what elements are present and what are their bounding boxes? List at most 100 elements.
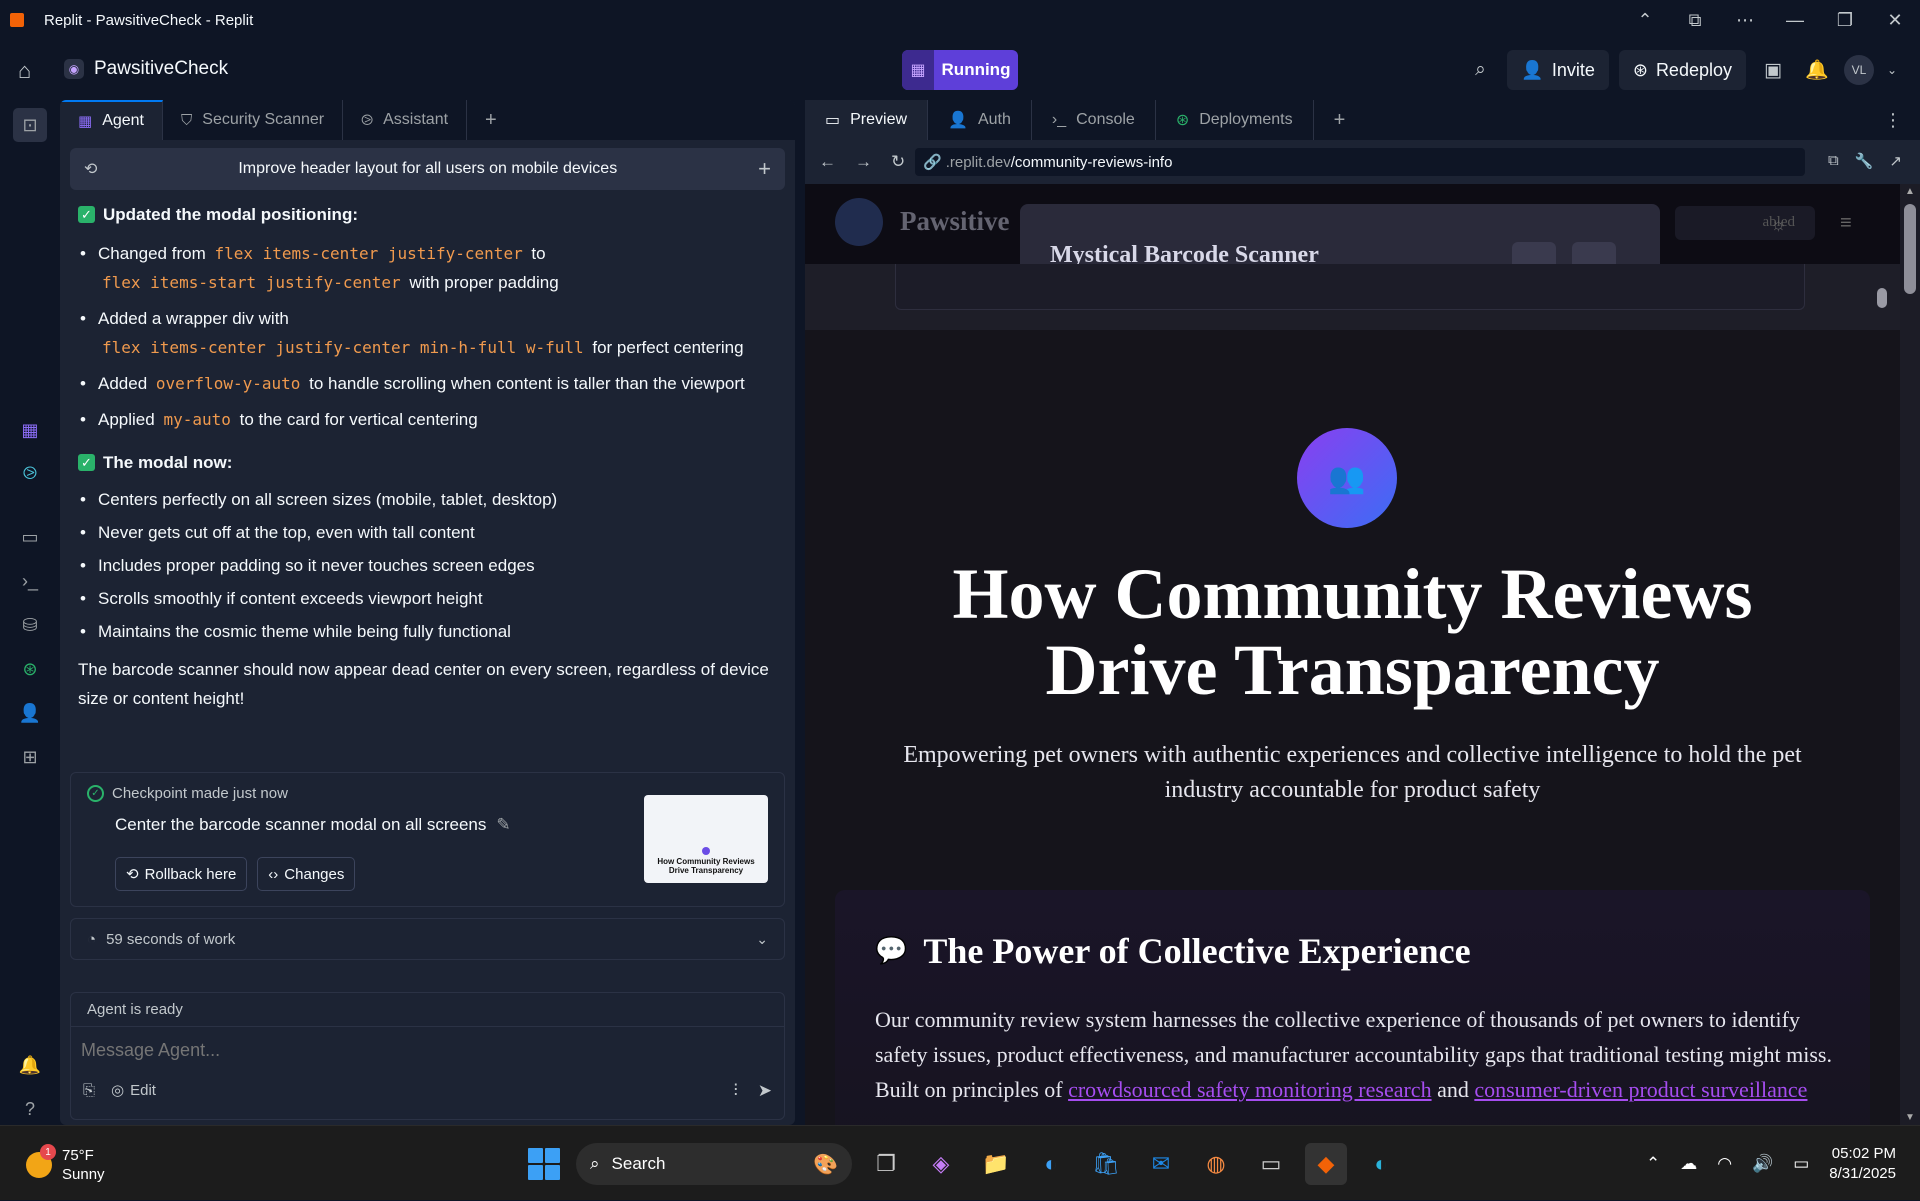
clock[interactable]: 05:02 PM 8/31/2025	[1829, 1144, 1896, 1184]
home-icon[interactable]: ⌂	[18, 58, 31, 84]
hero-subtitle: Empowering pet owners with authentic exp…	[903, 742, 1802, 803]
battery-icon[interactable]: ▭	[1793, 1154, 1809, 1174]
chevron-up-icon[interactable]: ⌃	[1646, 1154, 1660, 1174]
replit-app-icon[interactable]: ◆	[1305, 1143, 1347, 1185]
cloud-icon[interactable]: ☁	[1680, 1154, 1697, 1174]
scroll-thumb[interactable]	[1904, 204, 1916, 294]
site-logo-icon[interactable]	[835, 198, 883, 246]
tab-security-scanner[interactable]: ⛉ Security Scanner	[163, 100, 344, 140]
assistant-icon[interactable]: ⧁	[17, 460, 43, 486]
cast-icon[interactable]: ⧉	[1670, 10, 1720, 31]
preview-icon[interactable]: ▭	[17, 524, 43, 550]
back-icon[interactable]: ←	[819, 152, 841, 172]
run-button[interactable]: ▦ Running	[902, 50, 1018, 90]
console-icon[interactable]: ›_	[17, 568, 43, 594]
tab-agent[interactable]: ▦ Agent	[60, 100, 163, 140]
pencil-icon[interactable]: ✎	[496, 815, 510, 835]
alerts-icon[interactable]: 🔔	[17, 1052, 43, 1078]
store-icon[interactable]: 🛍	[1085, 1143, 1127, 1185]
preview-scrollbar[interactable]: ▲ ▼	[1900, 184, 1920, 1125]
invite-button[interactable]: 👤 Invite	[1507, 50, 1609, 90]
add-tab-button[interactable]: +	[467, 100, 515, 140]
tab-assistant[interactable]: ⧁ Assistant	[343, 100, 468, 140]
search-icon[interactable]: ⌕	[1463, 50, 1497, 90]
sliders-icon[interactable]: ⫶	[734, 1081, 738, 1101]
weather-temp: 75°F	[62, 1147, 94, 1164]
taskbar-search[interactable]: ⌕ Search 🎨	[576, 1143, 852, 1185]
site-name[interactable]: Pawsitive	[900, 206, 1009, 237]
windows-start-icon[interactable]	[528, 1148, 560, 1180]
send-icon[interactable]: ➤	[758, 1081, 772, 1101]
url-path: /community-reviews-info	[1010, 153, 1173, 171]
sun-icon: 1	[26, 1144, 56, 1178]
research-link[interactable]: crowdsourced safety monitoring research	[1068, 1077, 1431, 1102]
new-chat-icon[interactable]: +	[758, 156, 771, 182]
file-explorer-icon[interactable]: 📁	[975, 1143, 1017, 1185]
chevron-up-icon[interactable]: ⌃	[1620, 10, 1670, 31]
work-summary[interactable]: ◔ 59 seconds of work ⌄	[70, 918, 785, 960]
volume-icon[interactable]: 🔊	[1752, 1154, 1773, 1174]
add-tab-button[interactable]: +	[1314, 100, 1366, 140]
rollback-button[interactable]: ⟲ Rollback here	[115, 857, 248, 891]
copilot-icon[interactable]: ◈	[920, 1143, 962, 1185]
changes-button[interactable]: ‹› Changes	[257, 857, 356, 891]
minimize-button[interactable]: —	[1770, 10, 1820, 31]
edit-mode-button[interactable]: ◎ Edit	[111, 1081, 156, 1100]
more-vertical-icon[interactable]: ⋮	[1884, 110, 1902, 131]
reload-icon[interactable]: ↻	[891, 152, 913, 172]
panels-icon[interactable]: ▣	[1756, 50, 1790, 90]
edge-icon[interactable]: ◐	[1030, 1143, 1072, 1185]
scroll-up-icon[interactable]: ▲	[1905, 186, 1915, 197]
section-heading: ✓ Updated the modal positioning:	[78, 200, 778, 229]
header-scrollbar[interactable]	[1875, 268, 1889, 348]
checkpoint-title: Center the barcode scanner modal on all …	[115, 815, 511, 835]
close-button[interactable]: ✕	[1870, 10, 1920, 31]
checkpoint-thumbnail[interactable]: How Community Reviews Drive Transparency	[644, 795, 768, 883]
agent-grid-icon: ▦	[902, 50, 934, 90]
task-view-icon[interactable]: ❐	[865, 1143, 907, 1185]
database-icon[interactable]: ⛁	[17, 612, 43, 638]
avatar[interactable]: VL	[1844, 55, 1874, 85]
chevron-down-icon[interactable]: ⌄	[756, 931, 768, 948]
devices-icon[interactable]: ⧉	[1828, 152, 1839, 170]
help-icon[interactable]: ?	[17, 1096, 43, 1122]
weather-widget[interactable]: 1 75°F Sunny	[26, 1144, 105, 1184]
edge-dev-icon[interactable]: ◐	[1360, 1143, 1402, 1185]
chevron-down-icon[interactable]: ⌄	[1884, 50, 1900, 90]
notification-badge: 1	[40, 1144, 56, 1160]
maximize-button[interactable]: ❐	[1820, 10, 1870, 31]
agent-icon[interactable]: ▦	[17, 417, 43, 443]
forward-icon[interactable]: →	[855, 152, 877, 172]
work-summary-text: 59 seconds of work	[106, 930, 236, 948]
file-tree-icon[interactable]: ⊡	[13, 108, 47, 142]
wifi-icon[interactable]: ◠	[1717, 1154, 1732, 1174]
message-input[interactable]	[81, 1035, 771, 1065]
auth-icon[interactable]: 👤	[17, 700, 43, 726]
left-tab-bar: ▦ Agent ⛉ Security Scanner ⧁ Assistant +	[60, 100, 795, 140]
wrench-icon[interactable]: 🔧	[1855, 152, 1874, 170]
tab-console[interactable]: ›_ Console	[1032, 100, 1156, 140]
outlook-icon[interactable]: ✉	[1140, 1143, 1182, 1185]
tab-preview[interactable]: ▭ Preview	[805, 100, 929, 140]
bell-icon[interactable]: 🔔	[1800, 50, 1834, 90]
surveillance-link[interactable]: consumer-driven product surveillance	[1474, 1077, 1807, 1102]
scroll-down-icon[interactable]: ▼	[1905, 1112, 1915, 1123]
tab-auth[interactable]: 👤 Auth	[928, 100, 1032, 140]
terminal-icon[interactable]: ▭	[1250, 1143, 1292, 1185]
window-controls: ⌃ ⧉ ⋯ — ❐ ✕	[1620, 0, 1920, 40]
redeploy-button[interactable]: ⊛ Redeploy	[1618, 50, 1746, 90]
improve-prompt-bar[interactable]: ⟲ Improve header layout for all users on…	[70, 148, 785, 190]
external-link-icon[interactable]: ↗	[1889, 152, 1902, 170]
tab-deployments[interactable]: ⊛ Deployments	[1156, 100, 1314, 140]
menu-icon[interactable]: ≡	[1840, 212, 1852, 235]
history-icon[interactable]: ⟲	[84, 159, 97, 179]
url-field[interactable]: 🔗 .replit.dev /community-reviews-info	[915, 148, 1805, 176]
app-icon[interactable]: ◍	[1195, 1143, 1237, 1185]
sun-icon[interactable]: ☼	[1770, 214, 1787, 235]
all-tools-icon[interactable]: ⊞	[17, 744, 43, 770]
more-icon[interactable]: ⋯	[1720, 10, 1770, 31]
deployments-icon[interactable]: ⊛	[17, 656, 43, 682]
right-tab-bar: ▭ Preview 👤 Auth ›_ Console ⊛ Deployment…	[805, 100, 1920, 140]
paperclip-icon[interactable]: ⎘	[83, 1082, 95, 1099]
project-selector[interactable]: ◉ PawsitiveCheck	[64, 58, 228, 80]
